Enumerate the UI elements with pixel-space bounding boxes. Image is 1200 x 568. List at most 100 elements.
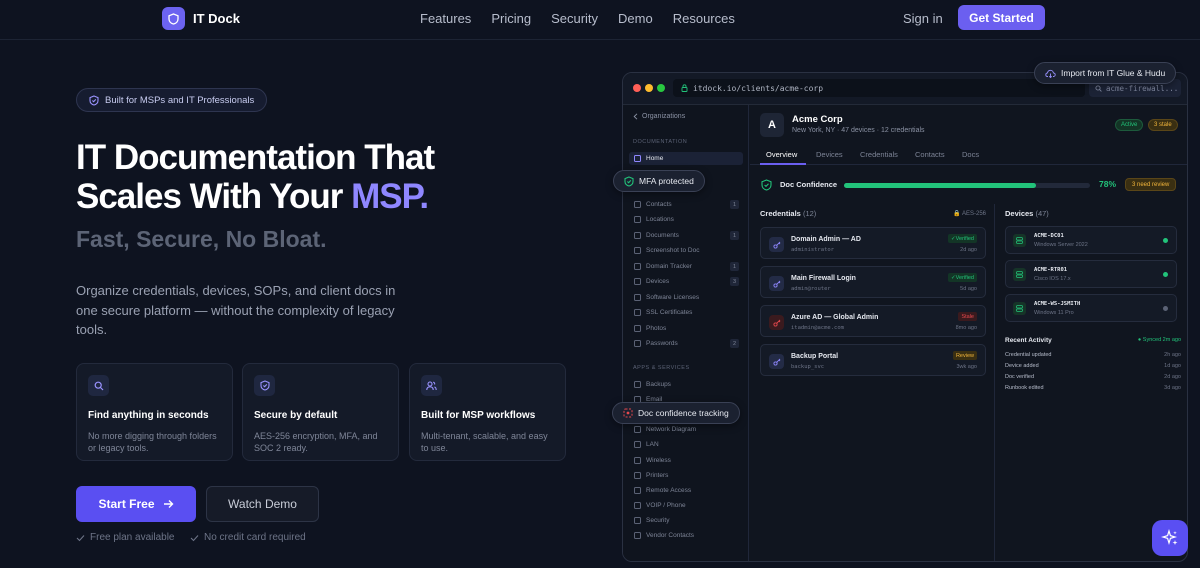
ai-assistant-button[interactable] xyxy=(1152,520,1188,556)
sidebar-item-backups[interactable]: Backups xyxy=(629,378,743,391)
credential-row[interactable]: Domain Admin — AD administrator ✓ Verifie… xyxy=(760,227,986,259)
tab-docs[interactable]: Docs xyxy=(962,150,979,159)
sidebar-item-devices[interactable]: Devices 3 xyxy=(629,275,743,288)
watch-demo-button[interactable]: Watch Demo xyxy=(206,486,319,522)
sidebar-count: 1 xyxy=(730,262,739,271)
get-started-button[interactable]: Get Started xyxy=(958,5,1045,30)
sidebar-item-passwords[interactable]: Passwords 2 xyxy=(629,337,743,350)
device-name: ACME-DC01 xyxy=(1034,233,1064,239)
sidebar-item-photos[interactable]: Photos xyxy=(629,322,743,335)
credential-row[interactable]: Main Firewall Login admin@router ✓ Verifi… xyxy=(760,266,986,298)
sidebar-item-software-licenses[interactable]: Software Licenses xyxy=(629,291,743,304)
brand-logo[interactable]: IT Dock xyxy=(162,7,240,30)
wifi-icon xyxy=(634,457,641,464)
photo-icon xyxy=(634,325,641,332)
activity-label: Runbook edited xyxy=(1005,385,1044,391)
sidebar-item-network-diagram[interactable]: Network Diagram xyxy=(629,423,743,436)
check-no-card: No credit card required xyxy=(190,532,306,543)
back-to-organizations[interactable]: Organizations xyxy=(633,113,685,120)
org-avatar: A xyxy=(760,113,784,137)
aes-text: AES-256 xyxy=(961,211,986,217)
sidebar-item-contacts[interactable]: Contacts 1 xyxy=(629,198,743,211)
search-icon xyxy=(1095,84,1102,92)
nav-link-pricing[interactable]: Pricing xyxy=(491,11,531,26)
credential-ago: 3wk ago xyxy=(956,364,978,370)
brand-name: IT Dock xyxy=(193,11,240,26)
sidebar-item-screenshot-to-doc[interactable]: Screenshot to Doc xyxy=(629,244,743,257)
signin-link[interactable]: Sign in xyxy=(903,11,943,26)
credential-row[interactable]: Backup Portal backup_svc Review 3wk ago xyxy=(760,344,986,376)
sync-status: ● Synced 2m ago xyxy=(1137,337,1181,343)
url-bar[interactable]: itdock.io/clients/acme-corp xyxy=(673,79,1085,97)
credential-name: Domain Admin — AD xyxy=(791,236,861,243)
tab-overview[interactable]: Overview xyxy=(766,150,797,159)
sidebar-item-remote-access[interactable]: Remote Access xyxy=(629,484,743,497)
device-row[interactable]: ACME-WS-JSMITH Windows 11 Pro xyxy=(1005,294,1177,322)
device-row[interactable]: ACME-DC01 Windows Server 2022 xyxy=(1005,226,1177,254)
server-icon xyxy=(1013,234,1026,247)
sidebar-item-label: Security xyxy=(646,517,670,524)
activity-row: Device added 1d ago xyxy=(1005,363,1181,369)
sidebar-item-voip[interactable]: VOIP / Phone xyxy=(629,499,743,512)
activity-row: Credential updated 2h ago xyxy=(1005,352,1181,358)
hero-title-line2: Scales With Your xyxy=(76,177,352,216)
org-name: Acme Corp xyxy=(792,114,843,125)
tab-contacts[interactable]: Contacts xyxy=(915,150,945,159)
backup-icon xyxy=(634,381,641,388)
minimize-dot xyxy=(645,84,653,92)
chevron-left-icon xyxy=(633,113,638,120)
sidebar-item-printers[interactable]: Printers xyxy=(629,469,743,482)
credential-row[interactable]: Azure AD — Global Admin itadmin@acme.com… xyxy=(760,305,986,337)
sidebar-item-domain-tracker[interactable]: Domain Tracker 1 xyxy=(629,260,743,273)
back-label: Organizations xyxy=(642,113,686,120)
check-icon xyxy=(190,534,199,541)
nav-link-features[interactable]: Features xyxy=(420,11,471,26)
sidebar-item-documents[interactable]: Documents 1 xyxy=(629,229,743,242)
hero-title-accent: MSP. xyxy=(351,177,429,216)
mfa-chip: MFA protected xyxy=(613,170,705,192)
feature-desc: AES-256 encryption, MFA, and SOC 2 ready… xyxy=(254,431,378,453)
doc-confidence-value: 78% xyxy=(1099,179,1117,189)
sidebar-item-lan[interactable]: LAN xyxy=(629,438,743,451)
start-free-button[interactable]: Start Free xyxy=(76,486,196,522)
nav-link-resources[interactable]: Resources xyxy=(673,11,735,26)
hero-badge: Built for MSPs and IT Professionals xyxy=(76,88,268,112)
sidebar-section-documentation: DOCUMENTATION xyxy=(633,139,688,145)
remote-icon xyxy=(634,487,641,494)
sidebar-count: 1 xyxy=(730,231,739,240)
sidebar-item-vendor-contacts[interactable]: Vendor Contacts xyxy=(629,529,743,542)
device-row[interactable]: ACME-RTR01 Cisco IOS 17.x xyxy=(1005,260,1177,288)
sidebar-section-apps: APPS & SERVICES xyxy=(633,365,690,371)
credential-user: administrator xyxy=(791,247,835,253)
nav-link-demo[interactable]: Demo xyxy=(618,11,653,26)
doc-confidence-chip-text: Doc confidence tracking xyxy=(638,408,729,418)
credential-status: ✓ Verified xyxy=(948,273,977,282)
sidebar-item-label: Remote Access xyxy=(646,487,692,494)
sidebar-item-locations[interactable]: Locations xyxy=(629,213,743,226)
key-icon xyxy=(769,315,784,330)
sidebar-count: 1 xyxy=(730,200,739,209)
sidebar-item-label: Home xyxy=(646,155,664,162)
feature-title: Built for MSP workflows xyxy=(421,410,536,421)
document-icon xyxy=(634,232,641,239)
contacts-icon xyxy=(634,201,641,208)
credential-name: Azure AD — Global Admin xyxy=(791,314,879,321)
recent-activity: Recent Activity ● Synced 2m ago Credenti… xyxy=(1005,337,1181,391)
tab-devices[interactable]: Devices xyxy=(816,150,843,159)
sidebar-item-ssl-certificates[interactable]: SSL Certificates xyxy=(629,306,743,319)
device-status-dot xyxy=(1163,238,1168,243)
tab-credentials[interactable]: Credentials xyxy=(860,150,898,159)
sidebar-item-security[interactable]: Security xyxy=(629,514,743,527)
sidebar-item-label: Documents xyxy=(646,232,679,239)
doc-confidence-chip: Doc confidence tracking xyxy=(612,402,740,424)
search-icon xyxy=(88,375,109,396)
sidebar-item-label: Vendor Contacts xyxy=(646,532,695,539)
device-os: Windows 11 Pro xyxy=(1034,310,1074,316)
aes-label: 🔒 AES-256 xyxy=(953,210,986,217)
sidebar-item-wireless[interactable]: Wireless xyxy=(629,454,743,467)
import-chip[interactable]: Import from IT Glue & Hudu xyxy=(1034,62,1177,84)
sidebar-item-home[interactable]: Home xyxy=(629,152,743,165)
need-review-badge[interactable]: 3 need review xyxy=(1125,178,1177,191)
devices-heading: Devices (47) xyxy=(1005,209,1049,218)
nav-link-security[interactable]: Security xyxy=(551,11,598,26)
